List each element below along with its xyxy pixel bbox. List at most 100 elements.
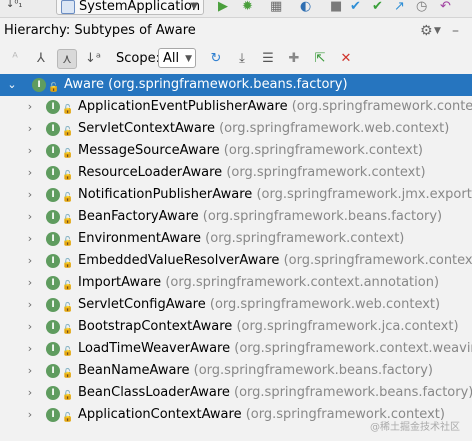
class-name: ServletContextAware bbox=[78, 121, 215, 136]
tree-node-label: BeanClassLoaderAware (org.springframewor… bbox=[78, 382, 472, 404]
class-name: EmbeddedValueResolverAware bbox=[78, 253, 280, 268]
tree-node-label: BeanNameAware (org.springframework.beans… bbox=[78, 360, 433, 382]
chevron-down-icon[interactable]: ▼ bbox=[434, 18, 441, 44]
scope-label: Scope: bbox=[116, 51, 160, 66]
chevron-right-icon[interactable]: › bbox=[24, 118, 36, 140]
class-name: ImportAware bbox=[78, 275, 162, 290]
interface-icon: I bbox=[46, 232, 60, 246]
interface-icon: I bbox=[46, 276, 60, 290]
interface-icon: I bbox=[46, 386, 60, 400]
chevron-right-icon[interactable]: › bbox=[24, 360, 36, 382]
interface-icon: I bbox=[46, 342, 60, 356]
interface-icon: I bbox=[46, 320, 60, 334]
supertypes-hierarchy-icon[interactable]: ⅄ bbox=[31, 49, 51, 69]
tree-node-label: ImportAware (org.springframework.context… bbox=[78, 272, 439, 294]
revert-icon[interactable]: ↶ bbox=[440, 0, 451, 14]
vcs-push-icon[interactable]: ↗ bbox=[394, 0, 405, 14]
interface-icon: I bbox=[46, 254, 60, 268]
type-hierarchy-icon[interactable]: ᴬ bbox=[5, 49, 25, 69]
package-name: (org.springframework.jca.context) bbox=[236, 319, 459, 334]
panel-title: Hierarchy: Subtypes of Aware bbox=[4, 23, 196, 38]
vcs-update-icon[interactable]: ✔ bbox=[350, 0, 361, 14]
hierarchy-toolbar: ᴬ ⅄ ⋏ ↓ᵃ Scope: All ▼ ↻ ⤓ ☰ ✚ ⇱ ✕ bbox=[0, 44, 472, 75]
tree-node[interactable]: › I 🔓 EmbeddedValueResolverAware (org.sprin… bbox=[0, 250, 472, 272]
stop-icon[interactable]: ■ bbox=[330, 0, 342, 14]
package-name: (org.springframework.context) bbox=[226, 165, 426, 180]
tree-node[interactable]: › I 🔓 ApplicationEventPublisherAware (org.s… bbox=[0, 96, 472, 118]
package-name: (org.springframework.context.annotation) bbox=[165, 275, 440, 290]
refresh-icon[interactable]: ↻ bbox=[206, 49, 226, 69]
history-icon[interactable]: ◷ bbox=[416, 0, 427, 14]
interface-icon: I bbox=[46, 122, 60, 136]
close-icon[interactable]: ✕ bbox=[336, 49, 356, 69]
tree-root-node[interactable]: ⌄ I 🔓 Aware (org.springframework.beans.f… bbox=[0, 74, 472, 96]
chevron-right-icon[interactable]: › bbox=[24, 382, 36, 404]
class-name: ApplicationEventPublisherAware bbox=[78, 99, 288, 114]
tree-node[interactable]: › I 🔓 NotificationPublisherAware (org.sprin… bbox=[0, 184, 472, 206]
tree-node-label: LoadTimeWeaverAware (org.springframework… bbox=[78, 338, 472, 360]
run-icon[interactable]: ▶ bbox=[218, 0, 228, 14]
interface-icon: I bbox=[46, 166, 60, 180]
tree-node-label: ServletContextAware (org.springframework… bbox=[78, 118, 449, 140]
chevron-right-icon[interactable]: › bbox=[24, 206, 36, 228]
tree-node[interactable]: › I 🔓 MessageSourceAware (org.springframewo… bbox=[0, 140, 472, 162]
pin-tab-icon[interactable]: ✚ bbox=[284, 49, 304, 69]
chevron-down-icon[interactable]: ⌄ bbox=[6, 74, 18, 96]
subtypes-hierarchy-icon[interactable]: ⋏ bbox=[57, 49, 77, 69]
package-name: (org.springframework.beans.factory) bbox=[193, 363, 433, 378]
tree-node[interactable]: › I 🔓 EnvironmentAware (org.springframework… bbox=[0, 228, 472, 250]
hierarchy-tree: ⌄ I 🔓 Aware (org.springframework.beans.f… bbox=[0, 74, 472, 441]
debug-icon[interactable]: ✹ bbox=[242, 0, 253, 14]
tree-node[interactable]: › I 🔓 BeanClassLoaderAware (org.springframe… bbox=[0, 382, 472, 404]
chevron-right-icon[interactable]: › bbox=[24, 140, 36, 162]
gear-icon[interactable]: ⚙ bbox=[420, 18, 433, 44]
tree-node[interactable]: › I 🔓 ImportAware (org.springframework.cont… bbox=[0, 272, 472, 294]
tree-node[interactable]: › I 🔓 LoadTimeWeaverAware (org.springframew… bbox=[0, 338, 472, 360]
chevron-right-icon[interactable]: › bbox=[24, 294, 36, 316]
package-name: (org.springframework.context) bbox=[205, 231, 405, 246]
export-icon[interactable]: ⇱ bbox=[310, 49, 330, 69]
chevron-right-icon[interactable]: › bbox=[24, 338, 36, 360]
chevron-right-icon[interactable]: › bbox=[24, 404, 36, 426]
package-name: (org.springframework.beans.factory) bbox=[202, 209, 443, 224]
tree-node[interactable]: › I 🔓 ResourceLoaderAware (org.springframew… bbox=[0, 162, 472, 184]
class-name: MessageSourceAware bbox=[78, 143, 220, 158]
tree-node-label: Aware (org.springframework.beans.factory… bbox=[64, 77, 348, 92]
minimize-icon[interactable]: – bbox=[452, 18, 459, 44]
package-name: (org.springframework.web.context) bbox=[209, 297, 441, 312]
profile-icon[interactable]: ◐ bbox=[300, 0, 311, 14]
class-name: EnvironmentAware bbox=[78, 231, 202, 246]
chevron-down-icon: ▼ bbox=[185, 54, 192, 64]
tree-node[interactable]: › I 🔓 ServletContextAware (org.springframew… bbox=[0, 118, 472, 140]
chevron-right-icon[interactable]: › bbox=[24, 228, 36, 250]
sort-alphabetically-icon[interactable]: ↓ᵃ bbox=[83, 49, 103, 69]
tree-node-label: EnvironmentAware (org.springframework.co… bbox=[78, 228, 404, 250]
tree-node-label: ResourceLoaderAware (org.springframework… bbox=[78, 162, 426, 184]
scope-select[interactable]: All ▼ bbox=[158, 48, 196, 68]
tree-node[interactable]: › I 🔓 BootstrapContextAware (org.springfram… bbox=[0, 316, 472, 338]
tree-node[interactable]: › I 🔓 ServletConfigAware (org.springframewo… bbox=[0, 294, 472, 316]
class-name: BeanNameAware bbox=[78, 363, 190, 378]
coverage-icon[interactable]: ▦ bbox=[270, 0, 282, 14]
interface-icon: I bbox=[46, 188, 60, 202]
tree-node[interactable]: › I 🔓 BeanNameAware (org.springframework.be… bbox=[0, 360, 472, 382]
sort-icon[interactable]: ↓⁰₁ bbox=[6, 0, 22, 10]
interface-icon: I bbox=[32, 78, 46, 92]
chevron-right-icon[interactable]: › bbox=[24, 184, 36, 206]
tree-node[interactable]: › I 🔓 BeanFactoryAware (org.springframework… bbox=[0, 206, 472, 228]
chevron-right-icon[interactable]: › bbox=[24, 250, 36, 272]
collapse-all-icon[interactable]: ☰ bbox=[258, 49, 278, 69]
chevron-right-icon[interactable]: › bbox=[24, 316, 36, 338]
chevron-right-icon[interactable]: › bbox=[24, 272, 36, 294]
package-name: (org.springframework.jmx.export.notifica bbox=[256, 187, 472, 202]
ide-top-toolbar: ↓⁰₁ SystemApplication ▼ ▶ ✹ ▦ ◐ ■ ✔ ✔ ↗ … bbox=[0, 0, 472, 18]
run-configuration-select[interactable]: SystemApplication ▼ bbox=[56, 0, 204, 15]
chevron-right-icon[interactable]: › bbox=[24, 96, 36, 118]
class-name: ResourceLoaderAware bbox=[78, 165, 223, 180]
expand-all-icon[interactable]: ⤓ bbox=[232, 49, 252, 69]
chevron-right-icon[interactable]: › bbox=[24, 162, 36, 184]
chevron-down-icon: ▼ bbox=[190, 1, 198, 12]
class-name: LoadTimeWeaverAware bbox=[78, 341, 231, 356]
class-name: NotificationPublisherAware bbox=[78, 187, 253, 202]
vcs-commit-icon[interactable]: ✔ bbox=[372, 0, 383, 14]
